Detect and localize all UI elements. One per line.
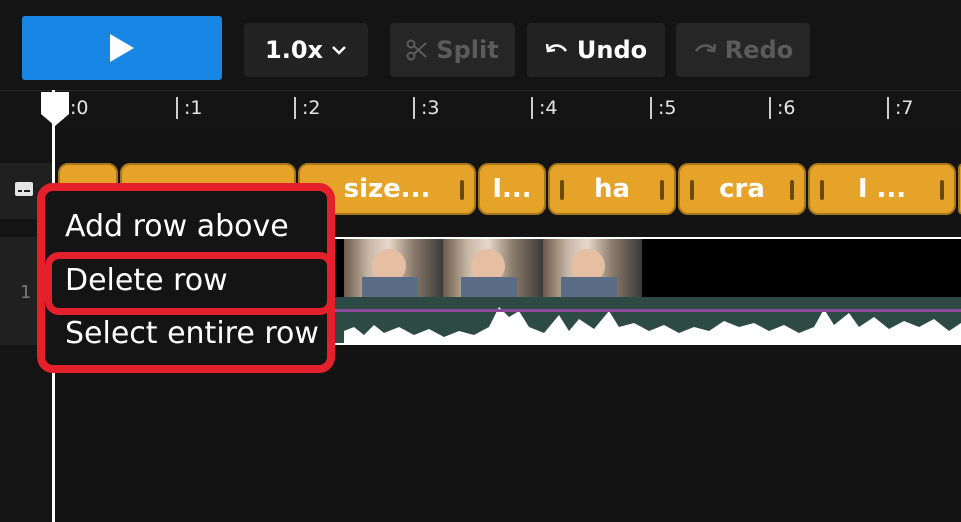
redo-icon [694,43,717,53]
video-thumbnail [443,239,543,297]
menu-item-delete-row[interactable]: Delete row [65,263,228,298]
undo-button[interactable]: Undo [527,23,665,77]
captions-icon [15,182,33,196]
redo-label: Redo [724,36,794,64]
video-thumbnail [344,239,444,297]
split-button[interactable]: Split [390,23,515,77]
play-button[interactable] [22,16,222,80]
undo-icon [545,43,567,53]
timeline-ruler[interactable]: :0 :1 :2 :3 :4 :5 :6 :7 [0,90,961,127]
redo-button[interactable]: Redo [676,23,810,77]
ruler-tick: :5 [650,97,677,119]
playhead-handle-icon[interactable] [39,90,71,128]
menu-item-select-entire-row[interactable]: Select entire row [65,316,319,351]
caption-clip[interactable]: ha [548,163,676,215]
undo-label: Undo [576,36,648,64]
ruler-tick: :3 [413,97,440,119]
play-icon [110,34,134,62]
ruler-tick: :2 [294,97,321,119]
row-context-menu: Add row above Delete row Select entire r… [37,183,335,373]
scissors-icon [406,39,427,61]
ruler-tick: :4 [531,97,558,119]
caption-clip[interactable]: I... [478,163,546,215]
chevron-down-icon [332,46,346,55]
video-thumbnail [542,239,642,297]
split-label: Split [436,36,499,64]
playback-speed-dropdown[interactable]: 1.0x [244,23,368,77]
caption-clip[interactable]: cra [678,163,806,215]
speed-label: 1.0x [265,36,323,64]
ruler-tick: :7 [887,97,914,119]
row-number: 1 [20,282,32,303]
toolbar: 1.0x Split Undo Redo [0,0,961,90]
video-thumbnails [344,239,642,297]
caption-clip[interactable]: I ... [808,163,956,215]
menu-item-add-row-above[interactable]: Add row above [65,209,289,244]
ruler-tick: :1 [176,97,203,119]
ruler-tick: :6 [769,97,796,119]
